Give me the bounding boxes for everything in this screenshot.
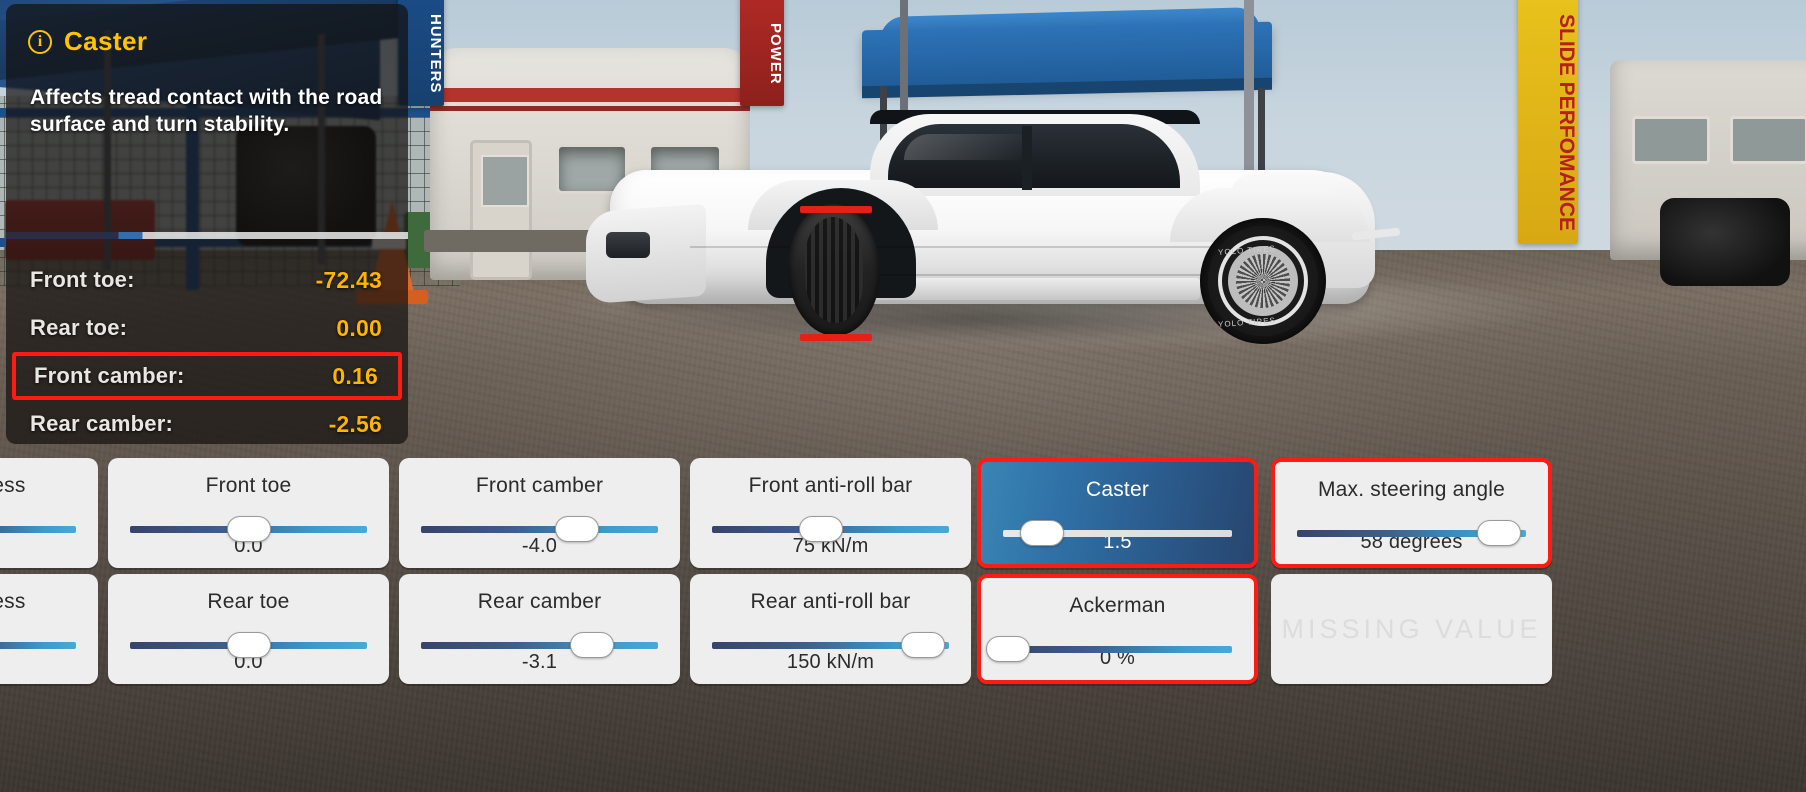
slider-thumb[interactable] [555,516,600,542]
tuning-grid: ness Front toe 0.0 Front camber -4.0 Fro… [0,452,1806,792]
slider-ackerman[interactable] [985,636,1232,662]
banner-power: POWER [740,0,784,106]
tuning-card-front-anti-roll-bar[interactable]: Front anti-roll bar 75 kN/m [690,458,971,568]
game-screen: HUNTERS POWER SLIDE PERFOMANCE YOLO TIRE… [0,0,1806,792]
panel-divider-slider [6,232,408,239]
slider-thumb[interactable] [985,636,1030,662]
slider-track [1003,646,1232,653]
stat-label: Front camber: [34,363,185,388]
caravan-door [470,140,532,280]
tuning-card-missing-value: MISSING VALUE [1271,574,1552,684]
info-description: Affects tread contact with the road surf… [30,86,383,136]
tuning-card-max-steering-angle[interactable]: Max. steering angle 58 degrees [1271,458,1552,568]
info-header: i Caster [6,4,408,57]
slider-track [421,526,658,533]
tyre-tread [802,216,866,324]
stat-value: 0.16 [332,362,378,389]
card-title: ness [0,474,26,497]
card-title: Rear camber [477,590,602,613]
slider-track [421,642,658,649]
stat-row: Front toe: -72.43 [6,256,408,304]
slider-caster[interactable] [1003,520,1232,546]
alignment-marker-top [800,206,872,213]
card-title: ness [0,590,26,613]
tyre-pile-right [1660,198,1790,286]
card-value: 150 kN/m [786,651,875,673]
card-value: -4.0 [521,535,558,557]
stat-label: Rear toe: [30,315,128,340]
slider-front-anti-roll-bar[interactable] [712,516,949,542]
tuning-card-rear-camber[interactable]: Rear camber -3.1 [399,574,680,684]
headlight [606,232,650,258]
tuning-card-front-stiffness[interactable]: ness [0,458,98,568]
card-title: Rear anti-roll bar [750,590,911,613]
card-title: Front toe [205,474,292,497]
door-line [870,274,1210,276]
card-title: Front anti-roll bar [748,474,913,497]
slider-rear-stiffness[interactable] [0,632,76,658]
tuning-card-front-toe[interactable]: Front toe 0.0 [108,458,389,568]
slider-thumb[interactable] [1476,520,1521,546]
card-title: Front camber [475,474,604,497]
slider-max-steering-angle[interactable] [1297,520,1526,546]
slider-thumb[interactable] [569,632,614,658]
tuning-card-rear-anti-roll-bar[interactable]: Rear anti-roll bar 150 kN/m [690,574,971,684]
banner-slide-performance: SLIDE PERFOMANCE [1518,0,1578,244]
tuning-card-rear-toe[interactable]: Rear toe 0.0 [108,574,389,684]
car-model: YOLO TIRES YOLO TIRES [570,96,1401,346]
car-b-pillar [1022,126,1032,190]
slider-front-toe[interactable] [130,516,367,542]
slider-track [0,642,76,649]
tuning-card-ackerman[interactable]: Ackerman 0 % [977,574,1258,684]
stat-row: Rear camber: -2.56 [6,400,408,448]
alignment-stats-list: Front toe: -72.43 Rear toe: 0.00 Front c… [6,256,408,448]
car-window [888,124,1180,188]
card-value: -3.1 [521,651,558,673]
stat-value: -2.56 [328,410,382,437]
slider-track [0,526,76,533]
stat-row: Rear toe: 0.00 [6,304,408,352]
missing-value-label: MISSING VALUE [1281,613,1542,644]
stat-label: Rear camber: [30,411,174,436]
tuning-card-front-camber[interactable]: Front camber -4.0 [399,458,680,568]
caravan-window [1632,116,1710,164]
card-title: Max. steering angle [1317,478,1506,501]
side-skirt [870,278,1200,300]
slider-thumb[interactable] [1019,520,1064,546]
slider-rear-anti-roll-bar[interactable] [712,632,949,658]
slider-front-camber[interactable] [421,516,658,542]
stat-label: Front toe: [30,267,135,292]
info-circle-icon: i [28,29,52,54]
card-title: Rear toe [207,590,290,613]
card-title: Ackerman [1069,594,1166,617]
slider-rear-toe[interactable] [130,632,367,658]
stat-value: 0.00 [336,314,382,341]
slider-rear-camber[interactable] [421,632,658,658]
card-title: Caster [1085,478,1150,501]
caravan-window [1730,116,1806,164]
slider-thumb[interactable] [900,632,945,658]
info-title: Caster [64,26,148,56]
slider-thumb[interactable] [799,516,844,542]
info-panel: i Caster Affects tread contact with the … [6,4,408,444]
stat-value: -72.43 [315,266,382,293]
slider-thumb[interactable] [226,516,271,542]
stat-row-highlighted: Front camber: 0.16 [12,352,402,400]
alignment-marker-bottom [800,334,872,341]
tuning-card-rear-stiffness[interactable]: ness [0,574,98,684]
slider-thumb[interactable] [226,632,271,658]
slider-front-stiffness[interactable] [0,516,76,542]
tuning-card-caster[interactable]: Caster 1.5 [977,458,1258,568]
